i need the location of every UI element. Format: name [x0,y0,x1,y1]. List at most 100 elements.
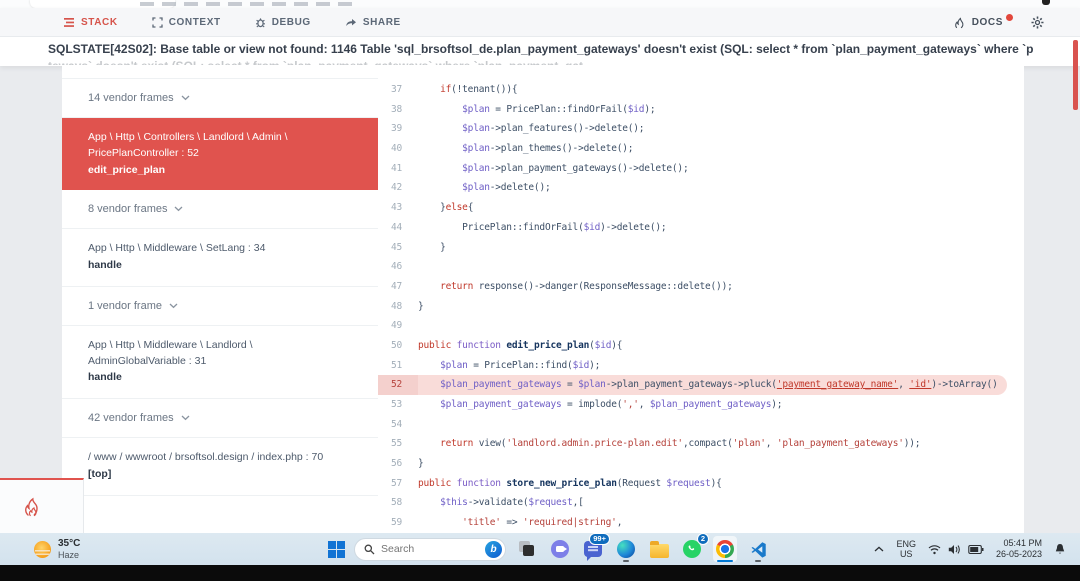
teams-chat-button[interactable]: 99+ [581,533,610,562]
search-icon [364,544,375,554]
battery-icon [968,544,984,554]
notification-bell-icon [1055,543,1065,553]
line-number: 45 [391,241,403,253]
stack-frame[interactable]: App \ Http \ Middleware \ SetLang : 34 ha… [62,229,378,287]
docs-button[interactable]: DOCS [954,13,1013,29]
vendor-frames-group[interactable]: 42 vendor frames [62,399,378,438]
language-region: US [899,549,913,559]
vendor-frames-group[interactable]: 1 vendor frame [62,286,378,326]
line-content: PricePlan::findOrFail($id)->delete(); [418,221,667,233]
chat-button[interactable] [548,536,572,562]
line-number: 51 [391,359,403,371]
stack-frame[interactable]: App \ Http \ Middleware \ Landlord \ Adm… [62,325,378,399]
weather-widget[interactable]: 35°C Haze [34,538,80,560]
context-brackets-icon [152,16,163,28]
line-content: $plan = PricePlan::find($id); [440,359,601,371]
error-message: SQLSTATE[42S02]: Base table or view not … [48,42,1033,56]
tab-context[interactable]: CONTEXT [152,17,221,28]
line-number: 58 [391,497,403,509]
clock[interactable]: 05:41 PM 26-05-2023 [996,538,1042,560]
vendor-frames-label: 8 vendor frames [88,203,168,216]
chat-icon [551,540,569,558]
chrome-button[interactable] [713,536,737,562]
frame-path: App \ Http \ Middleware \ SetLang : 34 [88,242,266,255]
code-line: 37 if(!tenant()){ [378,80,1024,100]
line-content: $plan_payment_gateways = implode(',', $p… [440,399,783,410]
teams-chat-badge: 99+ [589,533,610,545]
docs-icon [954,17,964,28]
whatsapp-button[interactable]: 2 [680,533,709,562]
chrome-active-indicator [717,559,733,562]
vscode-button[interactable] [746,536,770,562]
edge-button[interactable] [614,536,638,562]
code-line: 55 return view('landlord.admin.price-pla… [378,434,1024,454]
language-switcher[interactable]: ENG US [896,539,916,560]
system-tray[interactable] [928,544,984,555]
line-number: 54 [391,418,403,430]
frame-path: App \ Http \ Middleware \ Landlord \ Adm… [88,338,253,367]
code-line: 38 $plan = PricePlan::findOrFail($id); [378,100,1024,120]
chevron-up-icon [875,546,884,552]
vendor-frames-group[interactable]: 14 vendor frames [62,79,378,118]
page-scrollbar-thumb[interactable] [1073,40,1078,110]
line-number: 59 [391,517,403,529]
code-line: 41 $plan->plan_payment_gateways()->delet… [378,159,1024,179]
code-line: 53 $plan_payment_gateways = implode(',',… [378,395,1024,415]
frame-method: edit_price_plan [88,163,166,176]
weather-condition: Haze [58,549,80,560]
frame-method: handle [88,371,122,384]
vendor-frames-group[interactable]: 8 vendor frames [62,190,378,230]
line-number: 47 [391,280,403,292]
frame-method: handle [88,259,122,271]
frame-path: App \ Http \ Controllers \ Landlord \ Ad… [88,131,288,159]
chevron-down-icon [181,95,190,101]
line-content: public function edit_price_plan($id){ [418,339,623,351]
code-line: 54 [378,415,1024,435]
line-number: 41 [391,162,403,174]
file-explorer-button[interactable] [647,536,671,562]
start-button[interactable] [328,540,345,558]
code-line: 49 [378,316,1024,336]
search-input[interactable] [381,543,479,555]
taskbar-search[interactable]: b [354,537,506,561]
stack-frame[interactable]: / www / wwwroot / brsoftsol.design / ind… [62,438,378,496]
line-content: $plan = PricePlan::findOrFail($id); [462,103,656,115]
ignition-logo-box[interactable] [0,478,84,533]
tab-debug[interactable]: DEBUG [255,17,311,28]
notification-center-button[interactable] [1054,543,1066,556]
code-line: 50 public function edit_price_plan($id){ [378,336,1024,356]
notification-dot [1006,13,1013,21]
line-content: $plan->plan_features()->delete(); [462,123,645,135]
stack-trace-sidebar: 14 vendor frames App \ Http \ Controllers… [62,66,378,533]
line-number: 57 [391,477,403,489]
tray-overflow-button[interactable] [874,546,884,552]
file-explorer-icon [649,540,669,558]
bing-icon: b [485,540,502,558]
stack-list-icon [64,17,74,27]
edge-icon [617,540,635,558]
code-line: 48} [378,297,1024,317]
tab-stack[interactable]: STACK [64,17,118,28]
stack-frame-active[interactable]: App \ Http \ Controllers \ Landlord \ Ad… [62,118,378,191]
code-line: 39 $plan->plan_features()->delete(); [378,119,1024,139]
line-number: 56 [391,458,403,470]
top-cutoff-strip [0,0,1080,8]
error-message-continuation: teways` doesn't exist (SQL: select * fro… [48,59,1033,65]
vscode-running-indicator [755,560,761,562]
tab-bar: STACK CONTEXT DEBUG SHARE DOCS [0,8,1080,37]
code-line: 40 $plan->plan_themes()->delete(); [378,139,1024,159]
task-view-button[interactable] [515,536,539,562]
tab-share[interactable]: SHARE [345,17,401,28]
vendor-frames-label: 14 vendor frames [88,92,174,104]
chevron-down-icon [175,206,183,212]
settings-button[interactable] [1031,16,1044,29]
line-content: } [418,241,446,253]
line-number: 37 [391,84,403,95]
line-number: 40 [391,143,403,155]
code-editor-panel: 37 if(!tenant()){38 $plan = PricePlan::f… [378,66,1024,533]
code-line: 51 $plan = PricePlan::find($id); [378,356,1024,376]
code-line-highlighted: 52 $plan_payment_gateways = $plan->plan_… [378,375,1007,395]
code-lines: 37 if(!tenant()){38 $plan = PricePlan::f… [378,80,1024,533]
line-number: 44 [391,221,403,233]
volume-icon [948,544,960,554]
